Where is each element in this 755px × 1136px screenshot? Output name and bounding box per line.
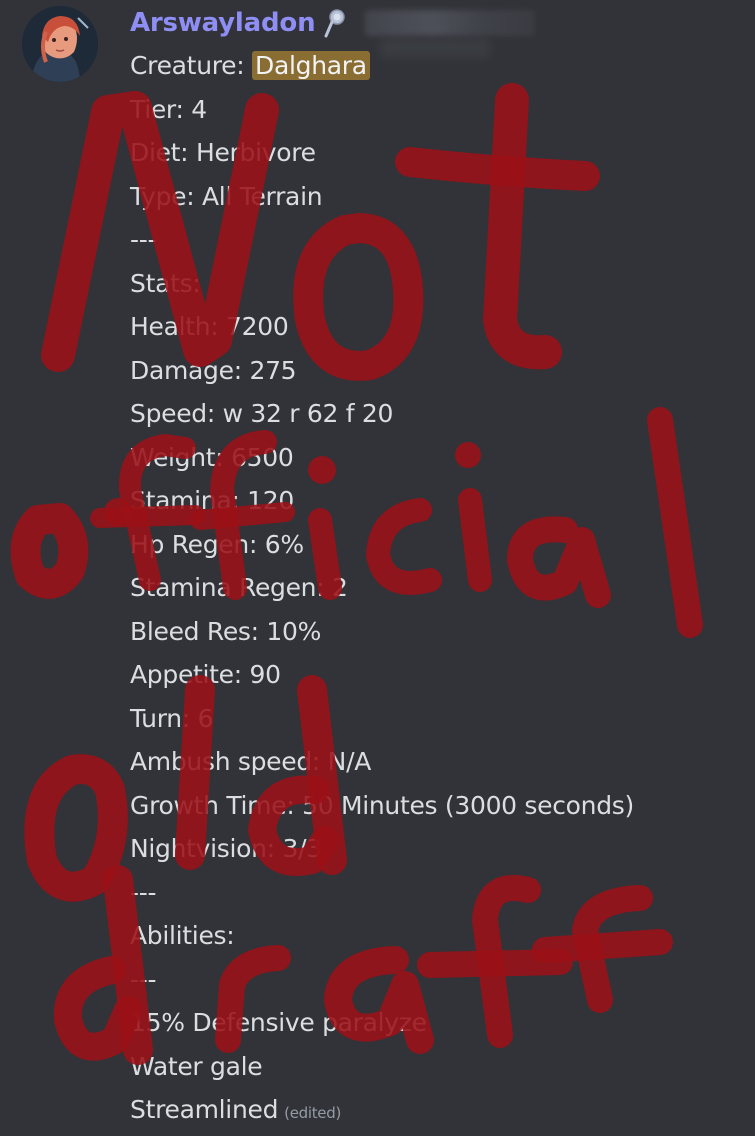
growth-time-line: Growth Time: 50 Minutes (3000 seconds) [130,790,634,820]
creature-name-highlight: Dalghara [252,51,370,80]
ability-item-last: Streamlined (edited) [130,1088,750,1132]
separator-line: --- [130,964,157,994]
avatar-image-icon [22,6,98,82]
stamina-regen-line: Stamina Regen: 2 [130,573,348,602]
message-content: Creature: Dalghara Tier: 4 Diet: Herbivo… [130,44,750,1132]
separator-line: --- [130,225,157,254]
speed-line: Speed: w 32 r 62 f 20 [130,399,394,428]
damage-line: Damage: 275 [130,355,297,385]
separator-line: --- [130,877,157,907]
hp-regen-line: Hp Regen: 6% [130,529,304,559]
message-header: Arswayladon [130,4,536,42]
health-line: Health: 7200 [130,312,289,341]
chat-message: Arswayladon Creature: Dalghara Tier: 4 D… [0,0,755,1128]
tier-line: Tier: 4 [130,94,207,124]
avatar[interactable] [22,6,98,82]
edited-label: (edited) [284,1104,341,1122]
ability-item-text: Streamlined [130,1095,279,1124]
stamina-line: Stamina: 120 [130,486,294,515]
bleed-res-line: Bleed Res: 10% [130,616,322,646]
turn-line: Turn: 6 [130,703,214,733]
role-icon[interactable] [323,8,347,38]
appetite-line: Appetite: 90 [130,660,281,689]
ability-item: 15% Defensive paralyze [130,1008,427,1037]
creature-label: Creature: [130,51,253,80]
ability-item: Water gale [130,1051,263,1081]
ambush-speed-line: Ambush speed: N/A [130,747,372,776]
username[interactable]: Arswayladon [130,8,316,38]
type-line: Type: All Terrain [130,181,323,211]
abilities-heading: Abilities: [130,921,235,950]
blurred-timestamp [365,10,536,36]
weight-line: Weight: 6500 [130,442,294,472]
stats-heading: Stats: [130,268,201,298]
nightvision-line: Nightvision: 3/3 [130,834,322,863]
creature-line: Creature: Dalghara [130,44,750,88]
diet-line: Diet: Herbivore [130,138,316,167]
